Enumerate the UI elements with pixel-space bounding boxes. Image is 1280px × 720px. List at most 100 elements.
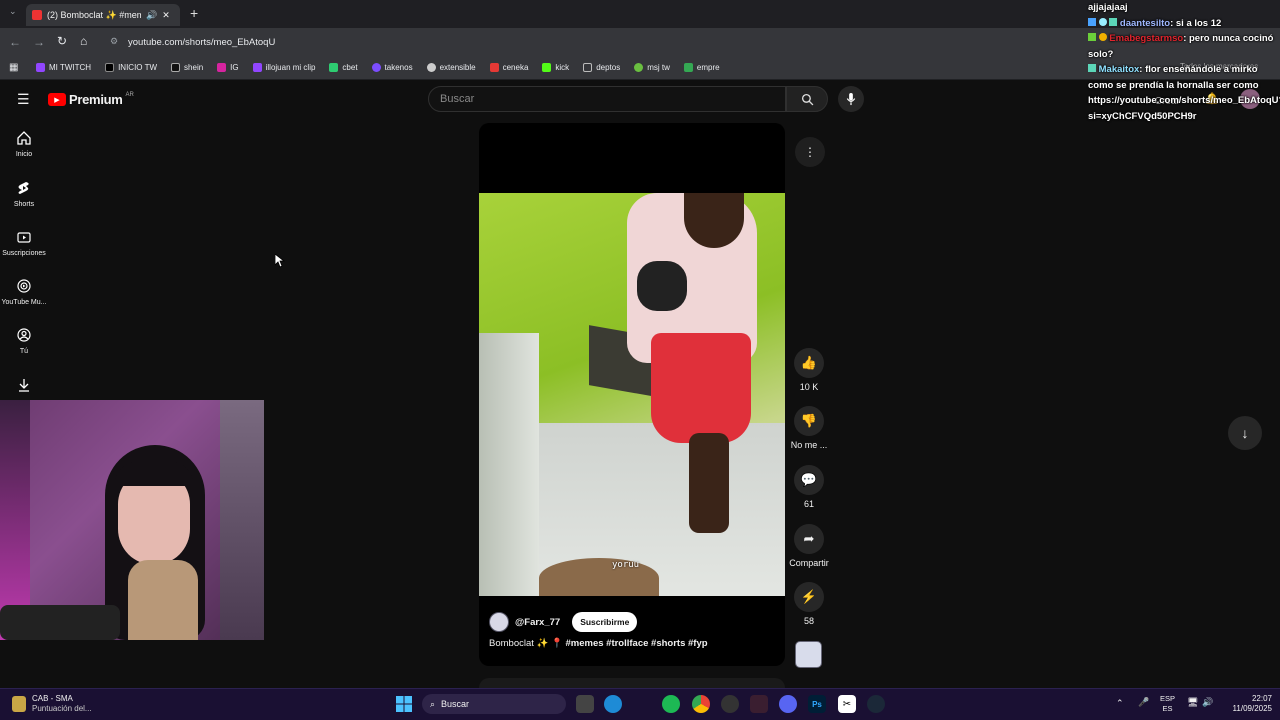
remix-icon: ⚡ bbox=[794, 582, 824, 612]
tray-mic-icon[interactable]: 🎤 bbox=[1138, 697, 1149, 708]
capcut-icon[interactable]: ✂ bbox=[838, 695, 856, 713]
video-foreground-object bbox=[539, 558, 659, 596]
webcam-person-body bbox=[128, 560, 198, 640]
sidebar-item-subscriptions[interactable]: Suscripciones bbox=[0, 230, 48, 257]
url-field[interactable]: youtube.com/shorts/meo_EbAtoqU bbox=[128, 37, 275, 48]
video-frame: yoruu bbox=[479, 193, 785, 596]
search-input[interactable]: Buscar bbox=[428, 86, 786, 112]
twitch-icon bbox=[252, 63, 262, 72]
webcam-person-bangs bbox=[115, 462, 193, 486]
share-button[interactable]: ➦ Compartir bbox=[788, 524, 830, 568]
network-icon[interactable]: 🖥 bbox=[1187, 697, 1198, 708]
sound-thumbnail[interactable] bbox=[795, 641, 822, 668]
more-options-icon[interactable]: ⋮ bbox=[795, 137, 825, 167]
sidebar-item-youtube-music[interactable]: YouTube Mu... bbox=[0, 279, 48, 306]
youtube-music-icon bbox=[17, 279, 31, 293]
tray-chevron-icon[interactable]: ⌃ bbox=[1116, 698, 1124, 709]
chat-badge-icon bbox=[1088, 33, 1096, 41]
bookmark-item[interactable]: kick bbox=[542, 63, 569, 72]
remix-button[interactable]: ⚡ 58 bbox=[788, 582, 830, 626]
browser-tab[interactable]: (2) Bombo​clat ✨ #mem 🔊 ✕ bbox=[26, 4, 180, 26]
video-person-shorts bbox=[651, 333, 751, 443]
comments-button[interactable]: 💬 61 bbox=[788, 465, 830, 509]
short-title: Bomboclat ✨ 📍 #memes #trollface #shorts … bbox=[489, 638, 708, 649]
taskbar-search[interactable]: ⌕ Buscar bbox=[422, 694, 566, 714]
weather-widget[interactable]: CAB - SMA Puntuación del... bbox=[12, 694, 92, 714]
bookmark-item[interactable]: ceneka bbox=[489, 63, 528, 72]
twitch-icon bbox=[36, 63, 45, 72]
sidebar-item-you[interactable]: Tú bbox=[0, 328, 48, 355]
bookmark-folder[interactable]: deptos bbox=[583, 63, 620, 72]
comment-icon: 💬 bbox=[794, 465, 824, 495]
bookmark-item[interactable]: illojuan mi clip bbox=[252, 63, 315, 72]
obs-icon[interactable] bbox=[721, 695, 739, 713]
chrome-icon[interactable] bbox=[692, 695, 710, 713]
bookmark-item[interactable]: cbet bbox=[329, 63, 358, 72]
pin-icon: 📍 bbox=[551, 638, 563, 649]
extensible-icon bbox=[426, 63, 436, 72]
youtube-play-icon: ▶ bbox=[48, 93, 66, 106]
bookmark-item[interactable]: MI TWITCH bbox=[36, 63, 91, 72]
chat-badge-icon bbox=[1098, 33, 1107, 41]
discord-icon[interactable] bbox=[779, 695, 797, 713]
language-indicator[interactable]: ESP ES bbox=[1160, 694, 1175, 714]
short-hashtags[interactable]: #memes #trollface #shorts #fyp bbox=[566, 638, 708, 649]
search-button[interactable] bbox=[786, 86, 828, 112]
bookmark-item[interactable]: extensible bbox=[426, 63, 476, 72]
spotify-icon[interactable] bbox=[662, 695, 680, 713]
shein-icon bbox=[171, 63, 181, 72]
reload-icon[interactable]: ↻ bbox=[57, 34, 67, 48]
sidebar-item-home[interactable]: Inicio bbox=[0, 131, 48, 158]
bookmark-item[interactable]: shein bbox=[171, 63, 203, 72]
youtube-logo[interactable]: ▶ Premium AR bbox=[48, 92, 134, 107]
bookmark-item[interactable]: INICIO TW bbox=[105, 63, 157, 72]
channel-avatar[interactable] bbox=[489, 612, 509, 632]
task-view-icon[interactable] bbox=[576, 695, 594, 713]
weather-icon bbox=[12, 696, 26, 712]
mouse-cursor-icon bbox=[275, 254, 285, 268]
sidebar-item-shorts[interactable]: Shorts bbox=[0, 181, 48, 208]
tab-close-icon[interactable]: ✕ bbox=[162, 10, 170, 21]
next-short-down-icon[interactable]: ↓ bbox=[1228, 416, 1262, 450]
shorts-icon bbox=[18, 182, 29, 194]
tab-search-icon[interactable]: ⌄ bbox=[9, 6, 17, 17]
chat-badge-icon bbox=[1098, 17, 1107, 26]
tab-title: (2) Bombo​clat ✨ #mem bbox=[47, 9, 141, 20]
ceneka-icon bbox=[489, 63, 499, 72]
bookmark-item[interactable]: takenos bbox=[371, 63, 413, 72]
volume-icon[interactable]: 🔊 bbox=[1202, 697, 1213, 708]
site-info-icon[interactable]: ⚙ bbox=[110, 36, 118, 47]
like-button[interactable]: 👍 10 K bbox=[788, 348, 830, 392]
new-tab-icon[interactable]: + bbox=[190, 5, 198, 21]
photoshop-icon[interactable]: Ps bbox=[808, 695, 826, 713]
clock[interactable]: 22:07 11/09/2025 bbox=[1222, 694, 1272, 714]
steam-icon[interactable] bbox=[867, 695, 885, 713]
short-video-player[interactable]: yoruu @Farx_77 Suscribirme Bomboclat ✨ 📍… bbox=[479, 123, 785, 666]
chat-badge-icon bbox=[1088, 17, 1096, 26]
webcam-door bbox=[220, 400, 264, 640]
bookmark-item[interactable]: msj tw bbox=[634, 63, 670, 72]
chat-badge-icon bbox=[1088, 64, 1096, 72]
channel-name[interactable]: @Farx_77 bbox=[515, 617, 560, 628]
bookmark-item[interactable]: empre bbox=[683, 63, 720, 72]
subscribe-button[interactable]: Suscribirme bbox=[572, 612, 638, 632]
webcam-overlay bbox=[0, 400, 264, 640]
chat-message: Makaitox: flor enseñándole a mirko como … bbox=[1088, 64, 1280, 122]
dislike-button[interactable]: 👎 No me ... bbox=[788, 406, 830, 450]
thumbs-down-icon: 👎 bbox=[794, 406, 824, 436]
bookmark-item[interactable]: IG bbox=[217, 63, 239, 72]
voice-search-button[interactable] bbox=[838, 86, 864, 112]
edge-icon[interactable] bbox=[604, 695, 622, 713]
app-icon[interactable] bbox=[750, 695, 768, 713]
folder-icon bbox=[583, 63, 593, 72]
sidebar-item-downloads[interactable] bbox=[0, 378, 48, 398]
cbet-icon bbox=[329, 63, 339, 72]
apps-grid-icon[interactable]: ▦ bbox=[9, 62, 18, 73]
speaker-icon[interactable]: 🔊 bbox=[146, 10, 157, 21]
mic-icon bbox=[846, 92, 856, 105]
menu-icon[interactable]: ☰ bbox=[17, 91, 30, 108]
forward-icon[interactable]: → bbox=[33, 35, 45, 49]
back-icon[interactable]: ← bbox=[9, 35, 21, 49]
home-browser-icon[interactable]: ⌂ bbox=[80, 34, 87, 48]
windows-start-icon[interactable] bbox=[395, 695, 413, 713]
